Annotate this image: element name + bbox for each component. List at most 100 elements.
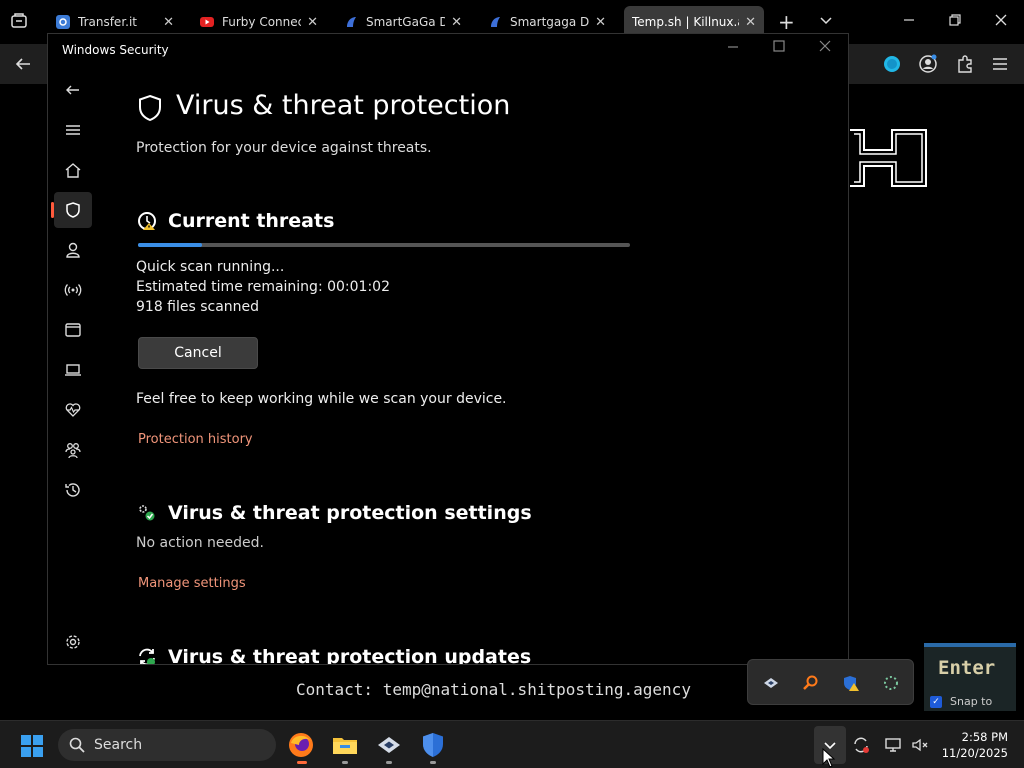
checkbox-icon[interactable]: ✓ — [930, 695, 942, 708]
loading-spinner-icon[interactable] — [882, 674, 900, 692]
history-icon — [65, 483, 80, 497]
home-icon — [65, 163, 81, 178]
section-title-current-threats: Current threats — [168, 210, 335, 232]
running-app-indicator — [342, 761, 348, 764]
tab-title: Temp.sh | Killnux.apk — [632, 15, 739, 29]
smartgaga-icon — [488, 15, 502, 29]
security-main: Virus & threat protection Protection for… — [136, 34, 836, 665]
heart-pulse-icon — [65, 403, 81, 417]
wireless-antenna-icon — [64, 284, 82, 296]
nav-home[interactable] — [54, 152, 92, 188]
page-logo-fragment — [850, 128, 928, 188]
windows-security-icon[interactable] — [419, 731, 447, 759]
enter-panel[interactable]: Enter ✓ Snap to — [924, 643, 1016, 711]
system-clock[interactable]: 2:58 PM 11/20/2025 — [940, 729, 1008, 761]
scan-progress-icon — [138, 212, 156, 230]
contact-text: Contact: temp@national.shitposting.agenc… — [296, 680, 691, 699]
gear-icon — [66, 635, 80, 649]
scan-progress-fill — [138, 243, 202, 247]
nav-family[interactable] — [54, 432, 92, 468]
menu-icon[interactable] — [991, 55, 1009, 77]
close-icon[interactable]: ✕ — [451, 15, 462, 30]
tab-title: Smartgaga Dow — [510, 15, 590, 29]
nav-history[interactable] — [54, 472, 92, 508]
extension-icon[interactable] — [882, 54, 902, 78]
enter-label[interactable]: Enter — [938, 657, 995, 679]
person-icon — [66, 242, 80, 258]
defender-warning-icon[interactable] — [842, 674, 860, 692]
windows-start-icon[interactable] — [20, 734, 44, 758]
nav-virus-protection[interactable] — [51, 192, 92, 228]
tab-list-icon[interactable] — [818, 12, 834, 32]
search-magnifier-icon[interactable] — [802, 674, 820, 692]
nav-account[interactable] — [54, 232, 92, 268]
nav-settings[interactable] — [54, 624, 92, 660]
app-tray-icon[interactable] — [762, 674, 780, 692]
settings-gears-icon — [139, 505, 155, 521]
cancel-button[interactable]: Cancel — [138, 337, 258, 369]
restore-icon[interactable] — [948, 12, 962, 31]
scan-note: Feel free to keep working while we scan … — [136, 391, 507, 407]
account-icon[interactable] — [918, 54, 938, 78]
network-icon[interactable] — [884, 736, 902, 754]
nav-back[interactable] — [54, 72, 92, 108]
minimize-icon[interactable] — [902, 12, 916, 31]
nav-app-browser[interactable] — [54, 312, 92, 348]
search-icon — [69, 737, 85, 753]
nav-menu[interactable] — [54, 112, 92, 148]
section-title-settings: Virus & threat protection settings — [168, 502, 532, 524]
active-app-indicator — [297, 761, 307, 764]
back-arrow-icon — [66, 85, 79, 95]
family-icon — [65, 443, 81, 459]
close-icon[interactable]: ✕ — [595, 15, 606, 30]
smartgaga-icon — [344, 15, 358, 29]
close-window-icon[interactable] — [994, 12, 1008, 31]
shield-icon — [139, 94, 161, 122]
mouse-cursor-icon — [822, 748, 836, 768]
volume-muted-icon[interactable] — [911, 736, 929, 754]
close-icon[interactable]: ✕ — [307, 15, 318, 30]
tab-title: Transfer.it — [78, 15, 138, 29]
snap-label: Snap to — [950, 695, 993, 708]
protection-history-link[interactable]: Protection history — [138, 432, 253, 447]
youtube-icon — [200, 15, 214, 29]
scan-status: Quick scan running... — [136, 259, 285, 275]
running-app-indicator — [386, 761, 392, 764]
tab-title: Furby Connect fi — [222, 15, 302, 29]
scan-progress-bar — [138, 243, 630, 247]
page-title: Virus & threat protection — [176, 90, 511, 121]
windows-security-window: Windows Security Virus & threat protecti… — [47, 33, 849, 665]
close-icon[interactable]: ✕ — [745, 15, 756, 30]
selection-indicator — [51, 202, 54, 218]
section-title-updates: Virus & threat protection updates — [168, 646, 532, 665]
nav-device-security[interactable] — [54, 352, 92, 388]
manage-settings-link[interactable]: Manage settings — [138, 576, 246, 591]
back-arrow-icon[interactable] — [14, 55, 32, 77]
tab-title: SmartGaGa Dow — [366, 15, 446, 29]
firefox-icon[interactable] — [287, 731, 315, 759]
page-subtitle: Protection for your device against threa… — [136, 140, 432, 156]
taskbar: Search 2:58 PM 11/20/2025 — [0, 720, 1024, 768]
taskbar-search[interactable]: Search — [58, 729, 276, 761]
app-diamond-icon[interactable] — [375, 731, 403, 759]
hamburger-icon — [66, 125, 80, 135]
snap-option[interactable]: ✓ Snap to — [930, 695, 992, 708]
tab-actions-icon[interactable] — [10, 12, 28, 34]
clock-date: 11/20/2025 — [941, 746, 1008, 760]
settings-status: No action needed. — [136, 535, 264, 551]
running-app-indicator — [430, 761, 436, 764]
new-tab-button[interactable]: + — [778, 10, 795, 34]
laptop-icon — [65, 364, 81, 376]
security-nav — [48, 70, 96, 664]
file-explorer-icon[interactable] — [331, 731, 359, 759]
files-scanned: 918 files scanned — [136, 299, 260, 315]
sync-error-icon[interactable] — [852, 736, 870, 754]
clock-time: 2:58 PM — [961, 730, 1008, 744]
app-window-icon — [65, 323, 81, 337]
nav-firewall[interactable] — [54, 272, 92, 308]
transfer-icon — [56, 15, 70, 29]
close-icon[interactable]: ✕ — [163, 15, 174, 30]
extensions-puzzle-icon[interactable] — [955, 54, 975, 78]
nav-device-health[interactable] — [54, 392, 92, 428]
tray-overflow-popup — [747, 659, 914, 705]
